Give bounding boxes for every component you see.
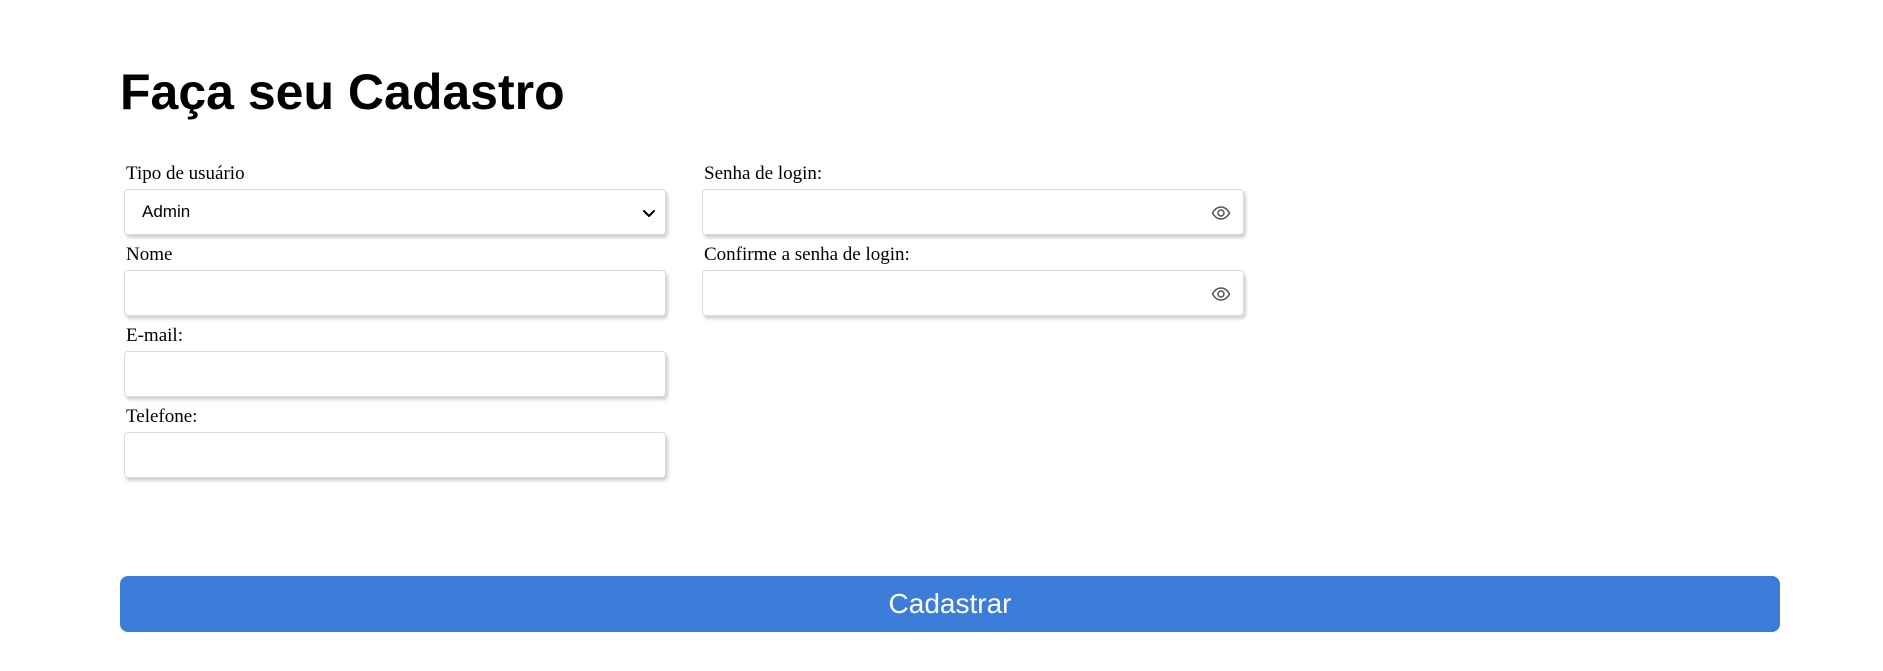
password-input-box xyxy=(702,189,1244,235)
user-type-selected-value: Admin xyxy=(142,202,191,221)
password-input[interactable] xyxy=(703,190,1243,234)
name-field: Nome xyxy=(124,245,670,326)
left-column: Tipo de usuário Admin Nome E-mail: Telef… xyxy=(124,164,670,488)
name-label: Nome xyxy=(126,244,173,265)
email-field: E-mail: xyxy=(124,326,670,407)
eye-icon[interactable] xyxy=(1211,204,1231,222)
email-label: E-mail: xyxy=(126,325,183,346)
eye-icon[interactable] xyxy=(1211,285,1231,303)
name-input[interactable] xyxy=(125,271,665,315)
confirm-password-input-box xyxy=(702,270,1244,316)
email-input-box xyxy=(124,351,666,397)
right-column: Senha de login: Confirme a senha de logi… xyxy=(702,164,1248,326)
chevron-down-icon xyxy=(643,210,655,217)
registration-page: Faça seu Cadastro Tipo de usuário Admin … xyxy=(0,0,1883,671)
phone-input-box xyxy=(124,432,666,478)
confirm-password-input[interactable] xyxy=(703,271,1243,315)
phone-label: Telefone: xyxy=(126,406,198,427)
password-label: Senha de login: xyxy=(704,163,823,184)
user-type-field: Tipo de usuário Admin xyxy=(124,164,670,245)
phone-field: Telefone: xyxy=(124,407,670,488)
name-input-box xyxy=(124,270,666,316)
user-type-label: Tipo de usuário xyxy=(126,163,245,184)
user-type-select[interactable]: Admin xyxy=(124,189,666,235)
email-input[interactable] xyxy=(125,352,665,396)
confirm-password-field: Confirme a senha de login: xyxy=(702,245,1248,326)
confirm-password-label: Confirme a senha de login: xyxy=(704,244,910,265)
register-button[interactable]: Cadastrar xyxy=(120,576,1780,632)
phone-input[interactable] xyxy=(125,433,665,477)
password-field: Senha de login: xyxy=(702,164,1248,245)
page-title: Faça seu Cadastro xyxy=(120,64,565,120)
